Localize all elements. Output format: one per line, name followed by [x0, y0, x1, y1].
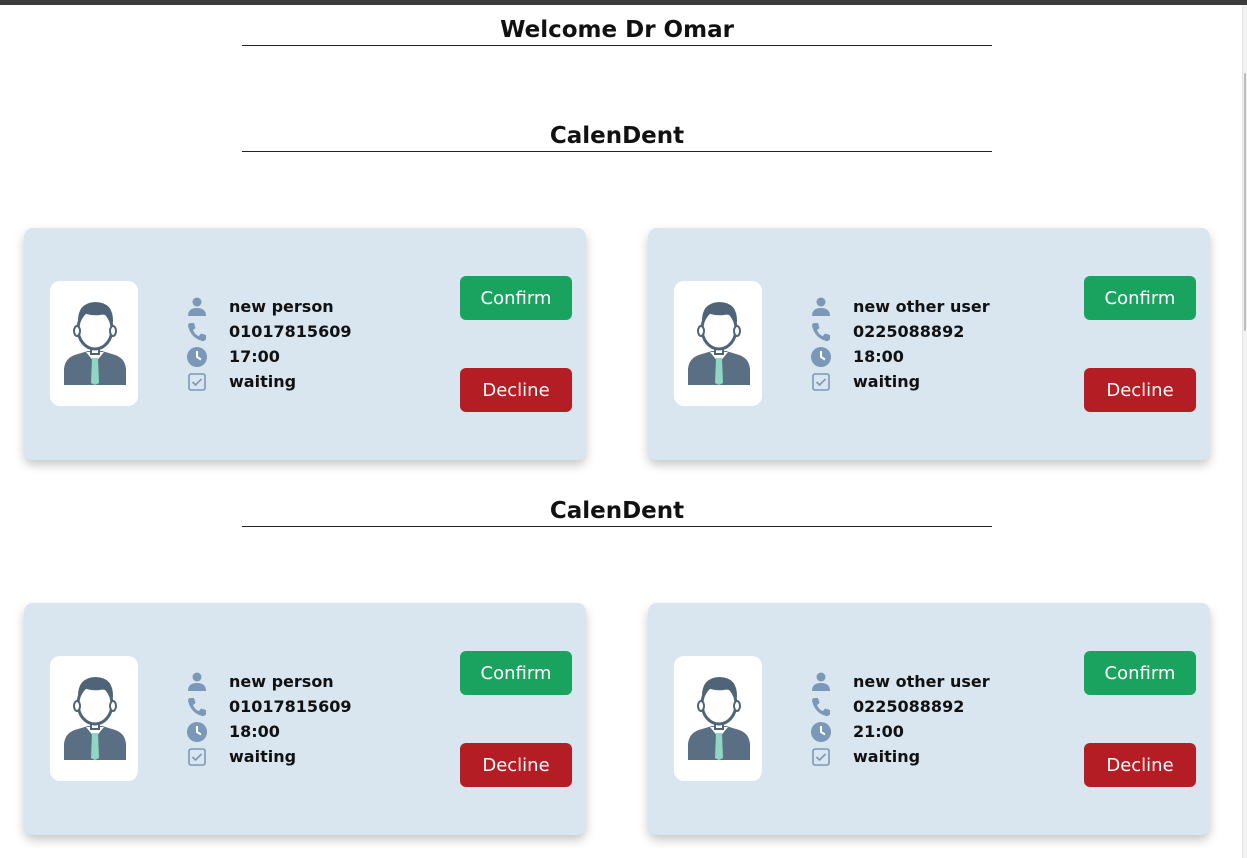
checkbox-icon	[811, 372, 831, 392]
scrollbar-thumb[interactable]	[1244, 73, 1246, 331]
user-icon	[811, 672, 831, 692]
appointment-info: new other user 0225088892 21:00 waiting	[811, 669, 990, 769]
patient-name: new person	[229, 672, 334, 691]
status-row: waiting	[811, 744, 990, 769]
phone-number: 01017815609	[229, 697, 352, 716]
appointment-info: new other user 0225088892 18:00 waiting	[811, 294, 990, 394]
patient-name-row: new person	[187, 294, 351, 319]
time-row: 18:00	[187, 719, 351, 744]
user-avatar-icon	[64, 302, 126, 385]
clock-icon	[187, 721, 207, 742]
status-row: waiting	[811, 369, 990, 394]
clock-icon	[811, 346, 831, 367]
confirm-button[interactable]: Confirm	[460, 651, 572, 695]
decline-button[interactable]: Decline	[1084, 368, 1196, 412]
confirm-button[interactable]: Confirm	[1084, 276, 1196, 320]
appointment-card: new person 01017815609 18:00 waiting Con…	[24, 603, 586, 835]
avatar	[674, 656, 762, 781]
decline-button[interactable]: Decline	[1084, 743, 1196, 787]
patient-name: new other user	[853, 297, 990, 316]
appointment-info: new person 01017815609 18:00 waiting	[187, 669, 351, 769]
clock-icon	[811, 721, 831, 742]
appointment-card: new other user 0225088892 21:00 waiting …	[648, 603, 1210, 835]
section-title: CalenDent	[242, 122, 992, 152]
phone-row: 0225088892	[811, 319, 990, 344]
phone-number: 01017815609	[229, 322, 352, 341]
appointment-card: new person 01017815609 17:00 waiting Con…	[24, 228, 586, 460]
appointment-time: 21:00	[853, 722, 904, 741]
clock-icon	[187, 346, 207, 367]
user-avatar-icon	[688, 677, 750, 760]
phone-number: 0225088892	[853, 697, 965, 716]
appointment-status: waiting	[229, 372, 297, 391]
avatar	[50, 656, 138, 781]
appointment-status: waiting	[229, 747, 297, 766]
time-row: 17:00	[187, 344, 351, 369]
appointment-info: new person 01017815609 17:00 waiting	[187, 294, 351, 394]
phone-row: 01017815609	[187, 694, 351, 719]
avatar	[674, 281, 762, 406]
appointment-time: 17:00	[229, 347, 280, 366]
status-row: waiting	[187, 369, 351, 394]
appointment-status: waiting	[853, 747, 921, 766]
phone-row: 01017815609	[187, 319, 351, 344]
appointment-status: waiting	[853, 372, 921, 391]
time-row: 18:00	[811, 344, 990, 369]
patient-name: new other user	[853, 672, 990, 691]
browser-top-bar	[0, 0, 1247, 5]
appointment-time: 18:00	[229, 722, 280, 741]
welcome-heading: Welcome Dr Omar	[242, 16, 992, 46]
avatar	[50, 281, 138, 406]
confirm-button[interactable]: Confirm	[1084, 651, 1196, 695]
user-icon	[811, 297, 831, 317]
user-avatar-icon	[64, 677, 126, 760]
phone-icon	[187, 697, 207, 717]
patient-name: new person	[229, 297, 334, 316]
phone-number: 0225088892	[853, 322, 965, 341]
patient-name-row: new person	[187, 669, 351, 694]
phone-icon	[811, 322, 831, 342]
confirm-button[interactable]: Confirm	[460, 276, 572, 320]
status-row: waiting	[187, 744, 351, 769]
phone-row: 0225088892	[811, 694, 990, 719]
checkbox-icon	[187, 372, 207, 392]
decline-button[interactable]: Decline	[460, 368, 572, 412]
appointment-time: 18:00	[853, 347, 904, 366]
checkbox-icon	[187, 747, 207, 767]
decline-button[interactable]: Decline	[460, 743, 572, 787]
checkbox-icon	[811, 747, 831, 767]
appointment-card: new other user 0225088892 18:00 waiting …	[648, 228, 1210, 460]
phone-icon	[811, 697, 831, 717]
patient-name-row: new other user	[811, 669, 990, 694]
user-icon	[187, 672, 207, 692]
section-title: CalenDent	[242, 497, 992, 527]
patient-name-row: new other user	[811, 294, 990, 319]
time-row: 21:00	[811, 719, 990, 744]
user-avatar-icon	[688, 302, 750, 385]
user-icon	[187, 297, 207, 317]
scrollbar[interactable]	[1242, 5, 1247, 858]
phone-icon	[187, 322, 207, 342]
